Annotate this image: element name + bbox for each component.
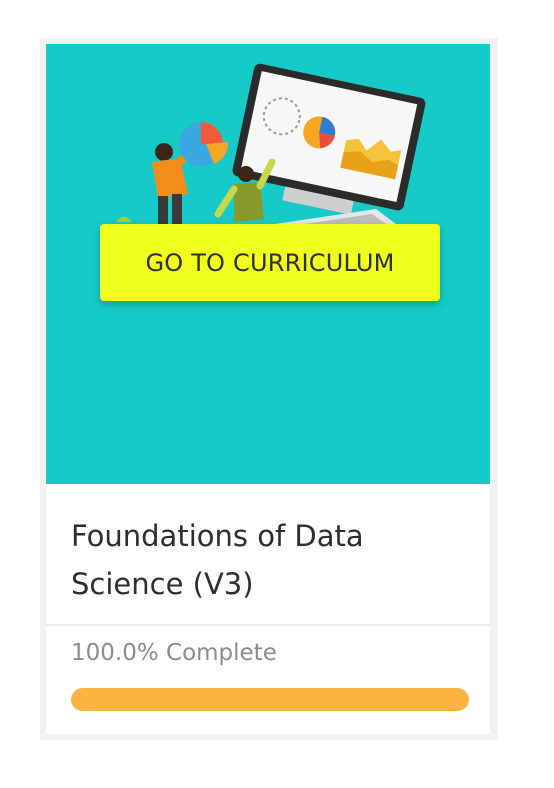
progress-bar	[71, 688, 469, 711]
course-title[interactable]: Foundations of Data Science (V3)	[71, 512, 451, 608]
progress-bar-fill	[71, 688, 469, 711]
course-card-inner: GO TO CURRICULUM Foundations of Data Sci…	[46, 44, 490, 734]
card-divider	[46, 624, 490, 626]
go-to-curriculum-button[interactable]: GO TO CURRICULUM	[100, 224, 440, 301]
course-card[interactable]: GO TO CURRICULUM Foundations of Data Sci…	[40, 38, 498, 740]
course-card-body: Foundations of Data Science (V3) 100.0% …	[46, 484, 490, 734]
course-hero[interactable]: GO TO CURRICULUM	[46, 44, 490, 484]
progress-text: 100.0% Complete	[71, 640, 277, 666]
